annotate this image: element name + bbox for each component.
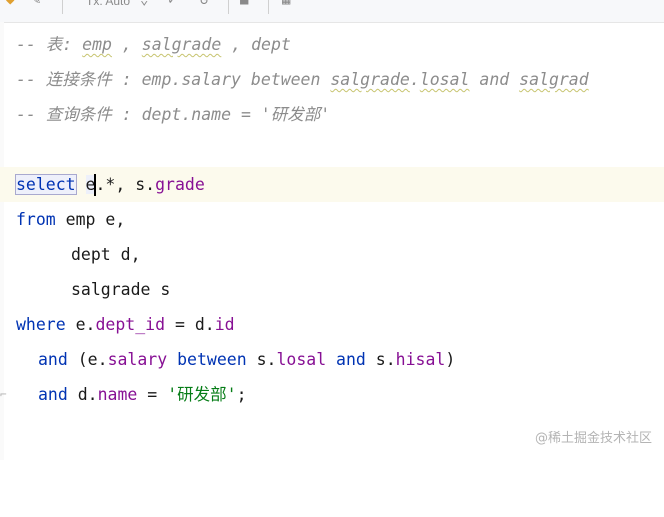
comment-text: , (221, 35, 252, 54)
toolbar-divider (228, 0, 229, 14)
editor-toolbar: ◆ ✎ Tx: Auto ⌄ ✓ ↺ ■ ▦ (0, 0, 664, 23)
code-line-comment-filter: -- 查询条件 : dept.name = '研发部' (0, 97, 664, 132)
keyword-where: where (16, 315, 66, 334)
code-line-select: select e.*, s.grade (0, 167, 664, 202)
field-name: name (97, 385, 138, 404)
code-text: (e. (67, 350, 108, 369)
code-text: s. (256, 350, 277, 369)
comment-text: .salary between (171, 70, 331, 89)
watermark: @稀土掘金技术社区 (534, 431, 652, 446)
field-name: hisal (395, 350, 446, 369)
rollback-icon[interactable]: ↺ (200, 0, 208, 7)
comment-text: . (409, 70, 420, 89)
comment-word: salgrade (330, 70, 410, 89)
chevron-down-icon[interactable]: ⌄ (140, 0, 148, 7)
toolbar-divider (62, 0, 63, 14)
comment-word: salgrad (519, 70, 589, 89)
code-text: e. (65, 315, 96, 334)
code-text: ; (236, 385, 247, 404)
keyword-and: and (38, 350, 68, 369)
comment-word: salgrade (141, 35, 222, 54)
code-line-salgrade: salgrade s (0, 272, 664, 307)
run-icon[interactable]: ◆ (6, 0, 14, 7)
code-line-and-salary: and (e.salary between s.losal and s.hisa… (0, 342, 664, 377)
stop-icon[interactable]: ■ (240, 0, 248, 7)
code-line-comment-tables: -- 表: emp , salgrade , dept (0, 27, 664, 62)
text-caret (94, 173, 96, 196)
keyword-from: from (16, 210, 56, 229)
toolbar-divider (268, 0, 269, 14)
comment-text: and (469, 70, 520, 89)
code-line-dept: dept d, (0, 237, 664, 272)
comment-word: emp (141, 70, 172, 89)
comment-text: , (111, 35, 142, 54)
field-name: dept_id (95, 315, 166, 334)
field-name: losal (276, 350, 327, 369)
string-literal: '研发部' (167, 385, 237, 404)
keyword-and: and (38, 385, 68, 404)
code-line-and-name: ⌐ and d.name = '研发部'; (0, 377, 664, 412)
field-name: grade (155, 175, 205, 194)
commit-icon[interactable]: ✓ (168, 0, 176, 7)
code-text: = (137, 385, 168, 404)
comment-text: -- 连接条件 : (16, 70, 142, 89)
code-text: salgrade s (71, 280, 171, 299)
comment-word: emp (82, 35, 112, 54)
code-text: .*, s. (95, 175, 156, 194)
code-line-where: where e.dept_id = d.id (0, 307, 664, 342)
code-text: d. (67, 385, 98, 404)
code-line-from: from emp e, (0, 202, 664, 237)
comment-text: -- 表: (16, 35, 83, 54)
keyword-between: between (167, 350, 257, 369)
code-text: ) (445, 350, 456, 369)
keyword-and: and (326, 350, 376, 369)
comment-word: losal (419, 70, 470, 89)
code-text: dept d, (71, 245, 141, 264)
table-icon[interactable]: ▦ (282, 0, 290, 7)
code-text: s. (375, 350, 396, 369)
edit-icon[interactable]: ✎ (32, 0, 40, 7)
comment-text: -- 查询条件 : dept.name = '研发部' (16, 105, 331, 124)
sql-editor[interactable]: -- 表: emp , salgrade , dept -- 连接条件 : em… (0, 22, 664, 460)
tx-mode-dropdown[interactable]: Tx: Auto (86, 0, 130, 8)
code-text: emp e, (55, 210, 126, 229)
field-name: salary (107, 350, 168, 369)
code-text: = d. (165, 315, 215, 334)
field-name: id (214, 315, 235, 334)
comment-word: dept (251, 35, 291, 54)
code-line-comment-join: -- 连接条件 : emp.salary between salgrade.lo… (0, 62, 664, 97)
keyword-select: select (15, 174, 77, 195)
fold-marker-icon[interactable]: ⌐ (0, 377, 8, 412)
